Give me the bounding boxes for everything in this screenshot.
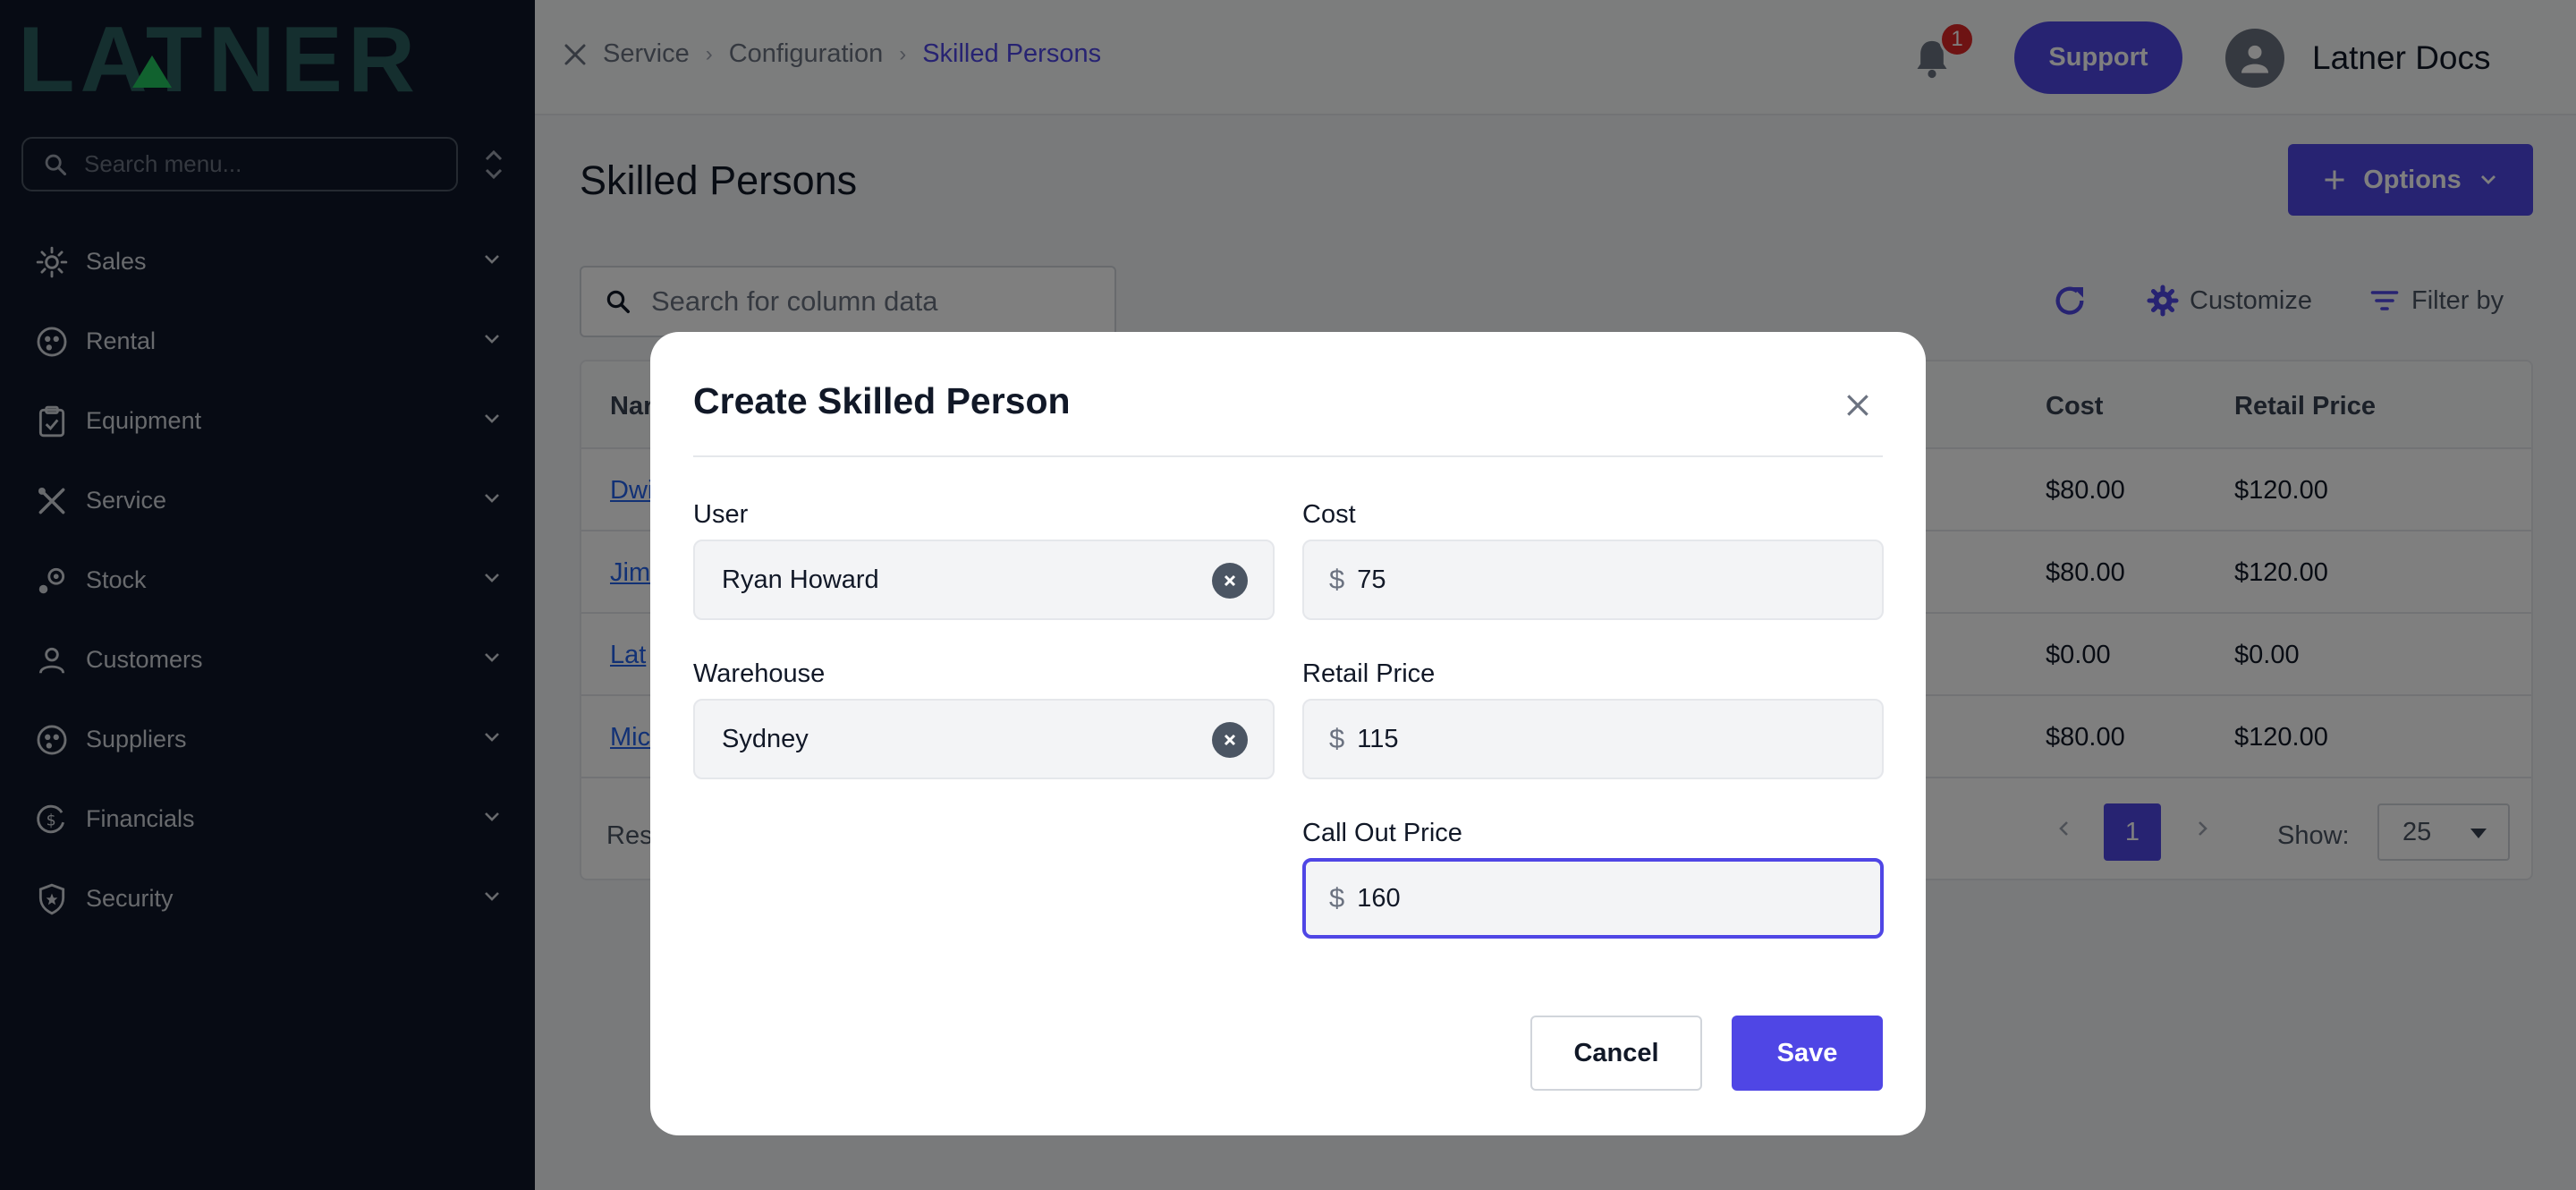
create-skilled-person-dialog: Create Skilled Person User Warehouse Cos…: [650, 332, 1926, 1135]
clear-icon: [1224, 574, 1236, 587]
save-button[interactable]: Save: [1732, 1016, 1883, 1091]
clear-warehouse-button[interactable]: [1212, 722, 1248, 758]
close-icon: [1847, 395, 1868, 416]
user-select[interactable]: [693, 540, 1275, 620]
retail-price-input[interactable]: [1357, 724, 1859, 754]
clear-icon: [1224, 734, 1236, 746]
call-out-price-label: Call Out Price: [1302, 819, 1462, 847]
clear-user-button[interactable]: [1212, 563, 1248, 599]
call-out-price-field[interactable]: $: [1302, 858, 1884, 939]
warehouse-select[interactable]: [693, 699, 1275, 779]
currency-symbol: $: [1329, 723, 1345, 754]
call-out-price-input[interactable]: [1357, 883, 1859, 914]
currency-symbol: $: [1329, 882, 1345, 914]
user-label: User: [693, 500, 749, 529]
warehouse-input[interactable]: [722, 724, 1187, 754]
cost-field[interactable]: $: [1302, 540, 1884, 620]
cancel-button[interactable]: Cancel: [1530, 1016, 1702, 1091]
retail-price-label: Retail Price: [1302, 659, 1436, 688]
divider: [693, 455, 1883, 457]
close-button[interactable]: [1840, 387, 1876, 423]
dialog-title: Create Skilled Person: [693, 380, 1071, 421]
currency-symbol: $: [1329, 564, 1345, 595]
cost-input[interactable]: [1357, 565, 1859, 595]
user-input[interactable]: [722, 565, 1187, 595]
retail-price-field[interactable]: $: [1302, 699, 1884, 779]
warehouse-label: Warehouse: [693, 659, 826, 688]
cost-label: Cost: [1302, 500, 1356, 529]
